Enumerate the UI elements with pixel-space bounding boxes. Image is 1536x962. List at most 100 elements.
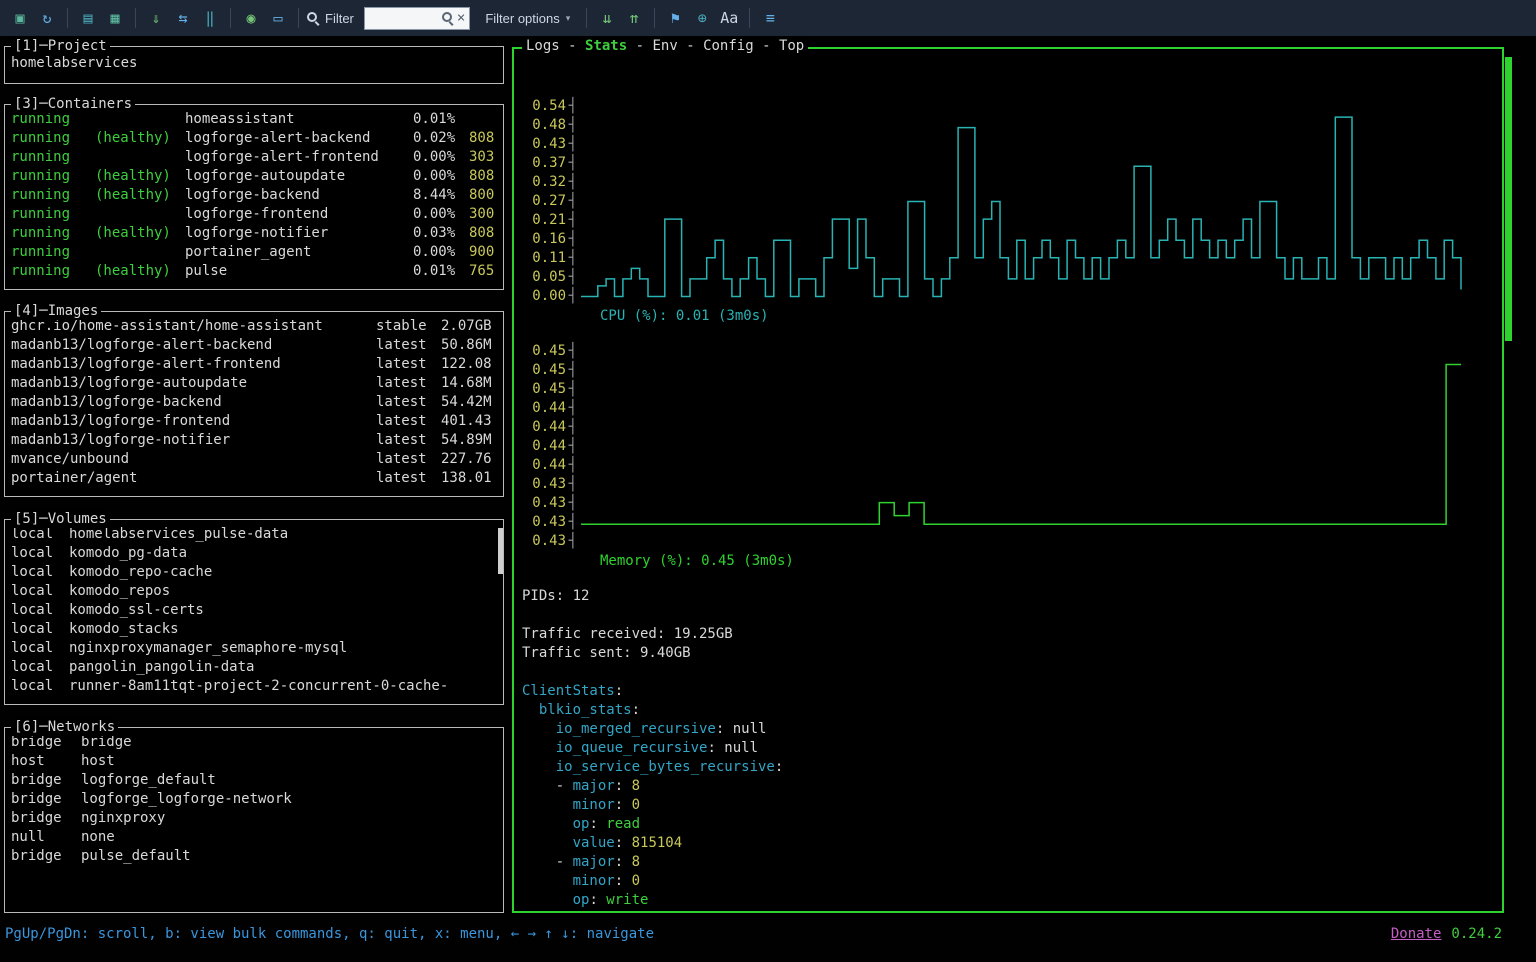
network-row[interactable]: bridgenginxproxy (11, 810, 503, 829)
image-tag: latest (376, 375, 441, 394)
image-row[interactable]: madanb13/logforge-notifierlatest54.89M (11, 432, 503, 451)
image-row[interactable]: madanb13/logforge-autoupdatelatest14.68M (11, 375, 503, 394)
snapshot-icon[interactable]: ◉ (239, 6, 263, 30)
image-row[interactable]: mvance/unboundlatest227.76 (11, 451, 503, 470)
image-size: 2.07GB (441, 318, 503, 337)
container-port: 300 (469, 206, 503, 225)
project-panel[interactable]: [1]─Project homelabservices (4, 46, 504, 84)
volume-row[interactable]: localkomodo_repo-cache (11, 564, 503, 583)
stats-panel-scrollbar[interactable] (1505, 57, 1512, 341)
stats-line: op: read (522, 815, 783, 834)
container-row[interactable]: running(healthy)logforge-alert-backend0.… (11, 130, 503, 149)
container-name: logforge-alert-backend (185, 130, 413, 149)
volume-row[interactable]: localhomelabservices_pulse-data (11, 526, 503, 545)
save-icon[interactable]: ⇓ (144, 6, 168, 30)
container-row[interactable]: running(healthy)logforge-autoupdate0.00%… (11, 168, 503, 187)
container-row[interactable]: runninghomeassistant0.01% (11, 111, 503, 130)
image-row[interactable]: madanb13/logforge-alert-frontendlatest12… (11, 356, 503, 375)
image-row[interactable]: madanb13/logforge-backendlatest54.42M (11, 394, 503, 413)
network-row[interactable]: hosthost (11, 753, 503, 772)
volume-driver: local (11, 640, 69, 659)
status-right: Donate 0.24.2 (1391, 926, 1502, 942)
y-axis-label: 0.54 (528, 97, 566, 116)
search-icon (442, 12, 454, 24)
image-name: madanb13/logforge-notifier (11, 432, 376, 451)
container-name: logforge-notifier (185, 225, 413, 244)
network-row[interactable]: bridgepulse_default (11, 848, 503, 867)
tab-env[interactable]: Env (652, 38, 677, 54)
stats-panel[interactable]: Logs - Stats - Env - Config - Top 0.54┤0… (512, 47, 1504, 913)
container-row[interactable]: running(healthy)logforge-notifier0.03%80… (11, 225, 503, 244)
tab-stats[interactable]: Stats (585, 38, 627, 54)
refresh-icon[interactable]: ↻ (35, 6, 59, 30)
image-size: 138.01 (441, 470, 503, 489)
window-list-icon[interactable]: ▤ (76, 6, 100, 30)
tab-top[interactable]: Top (779, 38, 804, 54)
image-row[interactable]: portainer/agentlatest138.01 (11, 470, 503, 489)
volume-name: runner-8am11tqt-project-2-concurrent-0-c… (69, 678, 503, 697)
image-row[interactable]: madanb13/logforge-frontendlatest401.43 (11, 413, 503, 432)
network-row[interactable]: bridgebridge (11, 734, 503, 753)
volume-row[interactable]: localnginxproxymanager_semaphore-mysql (11, 640, 503, 659)
axis-tick: ┤ (566, 418, 580, 437)
stats-line: io_merged_recursive: null (522, 720, 783, 739)
volumes-scrollbar[interactable] (498, 528, 503, 574)
goto-top-icon[interactable]: ⇈ (622, 6, 646, 30)
container-row[interactable]: runningportainer_agent0.00%900 (11, 244, 503, 263)
y-axis-label: 0.43 (528, 135, 566, 154)
search-list-icon[interactable]: ≡ (758, 6, 782, 30)
stats-line: blkio_stats: (522, 701, 783, 720)
volumes-panel[interactable]: [5]─Volumes localhomelabservices_pulse-d… (4, 519, 504, 705)
networks-panel[interactable]: [6]─Networks bridgebridgehosthostbridgel… (4, 727, 504, 913)
container-row[interactable]: runninglogforge-frontend0.00%300 (11, 206, 503, 225)
volume-row[interactable]: localkomodo_ssl-certs (11, 602, 503, 621)
container-port: 808 (469, 130, 503, 149)
network-row[interactable]: bridgelogforge_logforge-network (11, 791, 503, 810)
tab-logs[interactable]: Logs (526, 38, 560, 54)
new-tab-icon[interactable]: ▣ (8, 6, 32, 30)
goto-bottom-icon[interactable]: ⇊ (595, 6, 619, 30)
toolbar-right-icons: ⇊⇈ ⚑⊕Aa ≡ (595, 6, 782, 30)
filter-input[interactable] (369, 9, 439, 28)
images-panel[interactable]: [4]─Images ghcr.io/home-assistant/home-a… (4, 311, 504, 497)
container-row[interactable]: running(healthy)pulse0.01%765 (11, 263, 503, 282)
folder-icon[interactable]: ▭ (266, 6, 290, 30)
container-row[interactable]: running(healthy)logforge-backend8.44%800 (11, 187, 503, 206)
bookmark-icon[interactable]: ⚑ (663, 6, 687, 30)
chart-caption: Memory (%): 0.45 (3m0s) (600, 553, 1472, 572)
filter-options-button[interactable]: Filter options ▾ (477, 7, 578, 30)
toolbar-separator (749, 8, 750, 28)
tab-config[interactable]: Config (703, 38, 754, 54)
network-row[interactable]: bridgelogforge_default (11, 772, 503, 791)
network-driver: bridge (11, 791, 81, 810)
image-name: madanb13/logforge-frontend (11, 413, 376, 432)
version-label: 0.24.2 (1451, 926, 1502, 942)
containers-panel[interactable]: [3]─Containers runninghomeassistant0.01%… (4, 104, 504, 290)
match-case-icon[interactable]: Aa (717, 6, 741, 30)
volume-row[interactable]: localkomodo_pg-data (11, 545, 503, 564)
network-row[interactable]: nullnone (11, 829, 503, 848)
container-health: (healthy) (95, 263, 185, 282)
clear-filter-icon[interactable]: × (457, 11, 465, 25)
donate-link[interactable]: Donate (1391, 926, 1442, 942)
volume-row[interactable]: localrunner-8am11tqt-project-2-concurren… (11, 678, 503, 697)
y-axis-label: 0.43 (528, 513, 566, 532)
container-row[interactable]: runninglogforge-alert-frontend0.00%303 (11, 149, 503, 168)
volume-row[interactable]: localkomodo_repos (11, 583, 503, 602)
copy-icon[interactable]: ⇆ (171, 6, 195, 30)
globe-icon[interactable]: ⊕ (690, 6, 714, 30)
container-health: (healthy) (95, 225, 185, 244)
stats-line: PIDs: 12 (522, 587, 783, 606)
image-tag: latest (376, 394, 441, 413)
y-axis-label: 0.16 (528, 230, 566, 249)
image-row[interactable]: madanb13/logforge-alert-backendlatest50.… (11, 337, 503, 356)
toolbar-separator (67, 8, 68, 28)
volume-row[interactable]: localpangolin_pangolin-data (11, 659, 503, 678)
monitor-icon[interactable]: ▦ (103, 6, 127, 30)
pause-icon[interactable]: ‖ (198, 6, 222, 30)
stats-line: minor: 0 (522, 796, 783, 815)
container-state: running (11, 111, 95, 130)
image-name: mvance/unbound (11, 451, 376, 470)
image-row[interactable]: ghcr.io/home-assistant/home-assistantsta… (11, 318, 503, 337)
volume-row[interactable]: localkomodo_stacks (11, 621, 503, 640)
